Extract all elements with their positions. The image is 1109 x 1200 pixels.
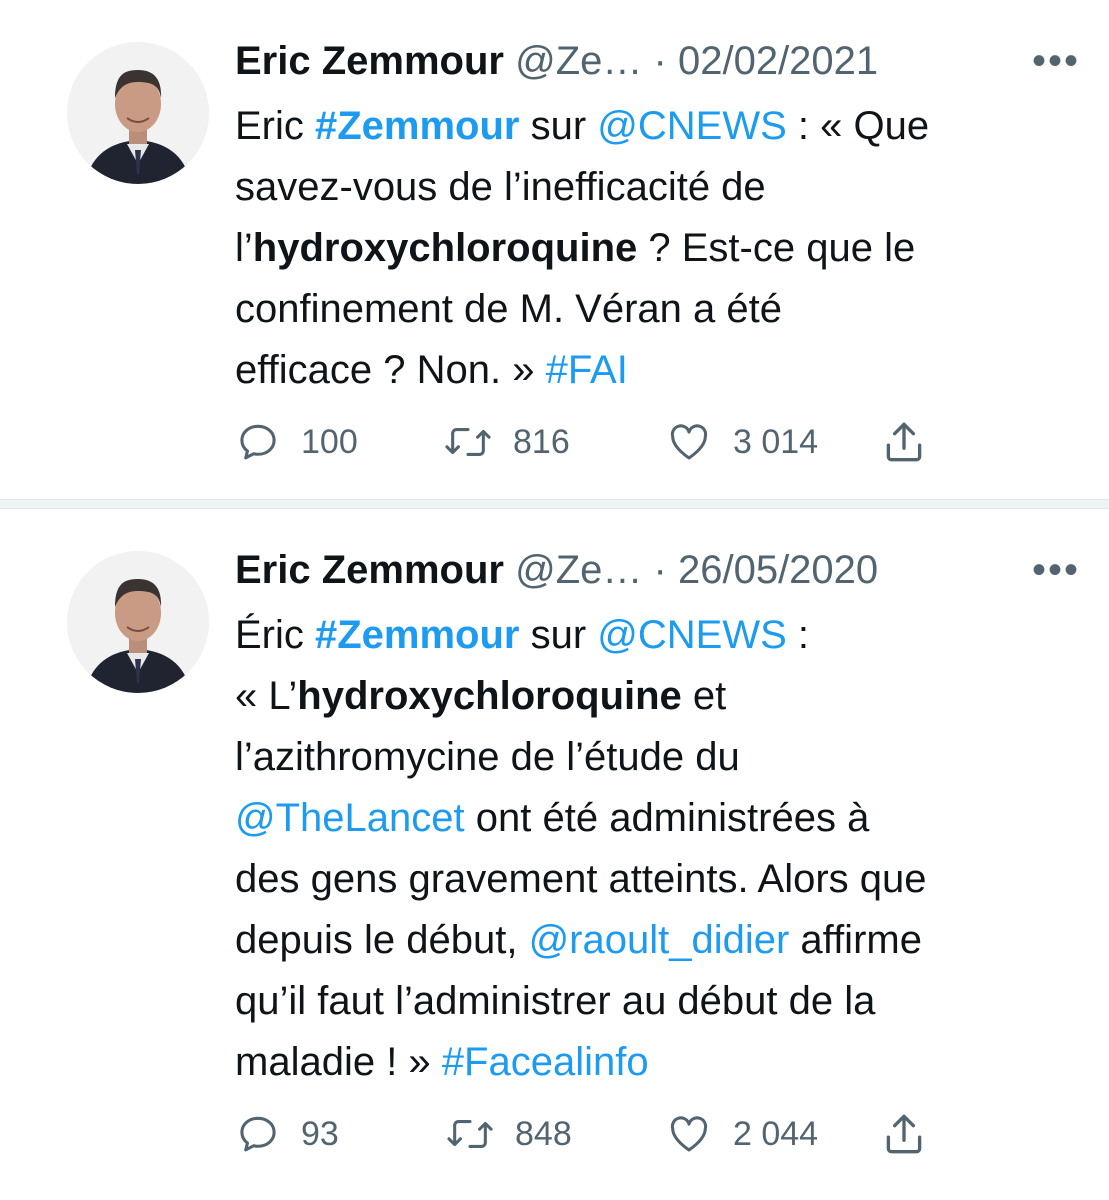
tweet-text-line: savez-vous de l’inefficacité de	[235, 157, 1075, 218]
more-options-icon[interactable]: •••	[1032, 545, 1080, 595]
share-button[interactable]	[879, 1109, 929, 1159]
tweet-text: Eric #Zemmour sur @CNEWS : « Que savez-vo…	[235, 96, 1075, 401]
tweet-text-line: Eric #Zemmour sur @CNEWS : « Que	[235, 96, 1075, 157]
retweet-button[interactable]: 816	[443, 417, 570, 467]
mention-link[interactable]: @TheLancet	[235, 796, 465, 840]
retweet-count: 848	[515, 1114, 572, 1153]
retweet-icon	[447, 1120, 493, 1148]
tweet-text-segment: qu’il faut l’administrer au début de la	[235, 979, 876, 1023]
like-count: 3 014	[733, 422, 819, 461]
highlighted-keyword: hydroxychloroquine	[297, 674, 682, 718]
reply-icon	[240, 424, 276, 460]
avatar[interactable]	[67, 42, 209, 184]
tweet-text-segment: Éric	[235, 613, 315, 657]
action-bar: 100 816 3 014	[235, 417, 965, 467]
author-handle[interactable]: @Ze…	[515, 39, 642, 83]
reply-button[interactable]: 93	[235, 1109, 339, 1159]
tweet-text-line: l’azithromycine de l’étude du	[235, 727, 1075, 788]
reply-count: 100	[301, 422, 358, 461]
author-name[interactable]: Eric Zemmour	[235, 548, 504, 592]
share-button[interactable]	[879, 417, 929, 467]
share-icon	[886, 1114, 922, 1154]
separator-dot: ·	[653, 548, 667, 592]
tweet-header: Eric Zemmour @Ze… · 26/05/2020 •••	[235, 545, 1080, 595]
reply-button[interactable]: 100	[235, 417, 358, 467]
like-count: 2 044	[733, 1114, 819, 1153]
author-name[interactable]: Eric Zemmour	[235, 39, 504, 83]
tweet-text-segment: savez-vous de l’inefficacité de	[235, 165, 766, 209]
author-handle[interactable]: @Ze…	[515, 548, 642, 592]
tweet-text-line: confinement de M. Véran a été	[235, 279, 1075, 340]
tweet-text-segment: ont été administrées à	[464, 796, 870, 840]
tweet-text-segment: l’	[235, 226, 253, 270]
tweet-text-segment: confinement de M. Véran a été	[235, 287, 782, 331]
tweet-text-line: maladie ! » #Facealinfo	[235, 1032, 1075, 1093]
tweet[interactable]: Eric Zemmour @Ze… · 26/05/2020 ••• Éric …	[0, 509, 1109, 1200]
tweet-text-segment: :	[786, 613, 810, 657]
tweet-text-segment: : « Que	[786, 104, 930, 148]
mention-link[interactable]: @CNEWS	[597, 104, 787, 148]
hashtag-link[interactable]: #Zemmour	[315, 613, 520, 657]
tweet-text-segment: maladie ! »	[235, 1040, 442, 1084]
retweet-count: 816	[513, 422, 570, 461]
heart-icon	[670, 424, 708, 460]
heart-icon	[670, 1116, 708, 1152]
highlighted-keyword: hydroxychloroquine	[252, 226, 638, 270]
tweet-text-line: qu’il faut l’administrer au début de la	[235, 971, 1075, 1032]
avatar-photo-icon	[67, 551, 209, 693]
tweet-text-line: l’hydroxychloroquine ? Est-ce que le	[235, 218, 1075, 279]
like-button[interactable]: 3 014	[665, 417, 818, 467]
avatar-photo-icon	[67, 42, 209, 184]
tweet-text-segment: « L’	[235, 674, 298, 718]
avatar[interactable]	[67, 551, 209, 693]
tweet-divider	[0, 499, 1109, 509]
mention-link[interactable]: @raoult_didier	[529, 918, 790, 962]
hashtag-link[interactable]: #FAI	[546, 348, 628, 392]
mention-link[interactable]: @CNEWS	[597, 613, 787, 657]
tweet-text-segment: l’azithromycine de l’étude du	[235, 735, 740, 779]
hashtag-link[interactable]: #Zemmour	[315, 104, 520, 148]
tweet-text-segment: depuis le début,	[235, 918, 529, 962]
tweet-text-line: depuis le début, @raoult_didier affirme	[235, 910, 1075, 971]
tweet-text-line: efficace ? Non. » #FAI	[235, 340, 1075, 401]
tweet-text-segment: des gens gravement atteints. Alors que	[235, 857, 927, 901]
retweet-button[interactable]: 848	[445, 1109, 572, 1159]
tweet-text-segment: ? Est-ce que le	[637, 226, 916, 270]
tweet-header: Eric Zemmour @Ze… · 02/02/2021 •••	[235, 36, 1080, 86]
share-icon	[886, 422, 922, 462]
action-bar: 93 848 2 044	[235, 1109, 965, 1159]
separator-dot: ·	[653, 39, 667, 83]
tweet-text-segment: efficace ? Non. »	[235, 348, 546, 392]
tweet-text-segment: sur	[519, 104, 598, 148]
retweet-icon	[445, 428, 491, 456]
reply-icon	[240, 1116, 276, 1152]
tweet-text-line: @TheLancet ont été administrées à	[235, 788, 1075, 849]
tweet-text-line: « L’hydroxychloroquine et	[235, 666, 1075, 727]
tweet-text-segment: affirme	[789, 918, 922, 962]
tweet-date[interactable]: 02/02/2021	[678, 39, 878, 83]
tweet-text-segment: et	[681, 674, 727, 718]
tweet-text: Éric #Zemmour sur @CNEWS : « L’hydroxychl…	[235, 605, 1075, 1093]
tweet-text-segment: Eric	[235, 104, 315, 148]
tweet-text-line: des gens gravement atteints. Alors que	[235, 849, 1075, 910]
more-options-icon[interactable]: •••	[1032, 36, 1080, 86]
tweet[interactable]: Eric Zemmour @Ze… · 02/02/2021 ••• Eric …	[0, 0, 1109, 499]
tweet-text-segment: sur	[519, 613, 598, 657]
reply-count: 93	[301, 1114, 339, 1153]
like-button[interactable]: 2 044	[665, 1109, 818, 1159]
tweet-text-line: Éric #Zemmour sur @CNEWS :	[235, 605, 1075, 666]
tweet-date[interactable]: 26/05/2020	[678, 548, 878, 592]
hashtag-link[interactable]: #Facealinfo	[442, 1040, 649, 1084]
